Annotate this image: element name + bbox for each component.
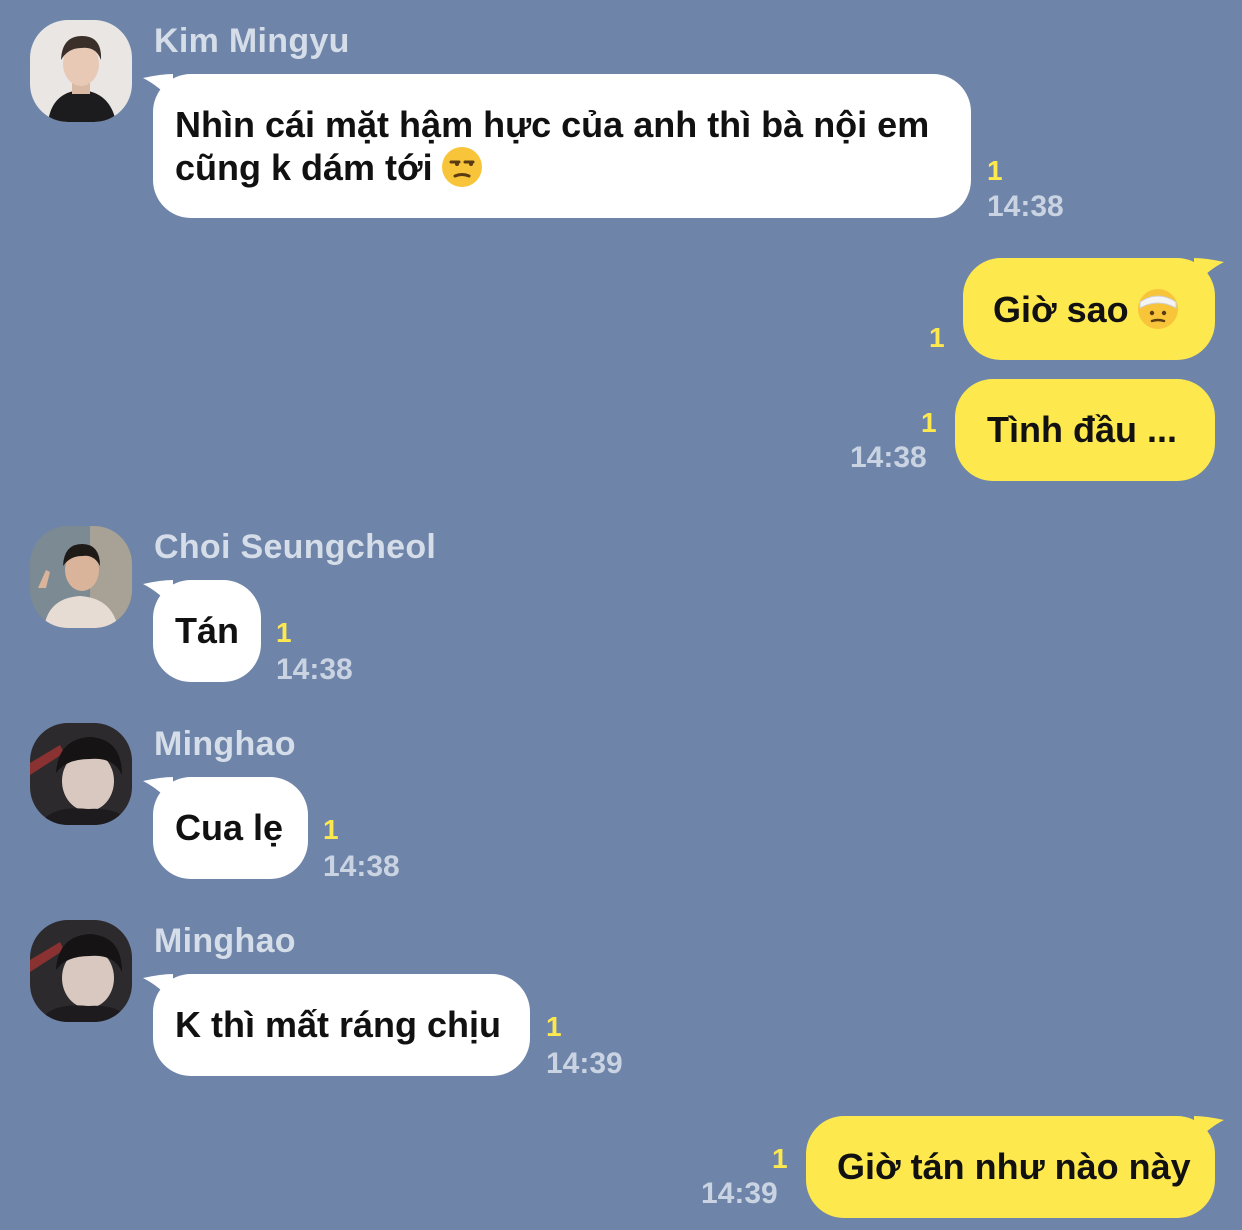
unread-count: 1: [323, 814, 339, 845]
message-text: Tình đầu ...: [987, 409, 1177, 450]
message-bubble[interactable]: Nhìn cái mặt hậm hực của anh thì bà nội …: [153, 74, 971, 218]
timestamp: 14:38: [276, 653, 353, 686]
avatar-minghao[interactable]: [30, 920, 132, 1022]
message-bubble[interactable]: Tán: [153, 580, 261, 682]
unamused-face-icon: [441, 147, 482, 187]
sender-name: Kim Mingyu: [154, 22, 350, 60]
unread-count: 1: [772, 1143, 788, 1174]
timestamp: 14:38: [987, 190, 1064, 223]
timestamp: 14:38: [323, 850, 400, 883]
unread-count: 1: [921, 407, 937, 438]
message-bubble[interactable]: Tình đầu ...: [955, 379, 1215, 481]
sender-name: Minghao: [154, 725, 296, 763]
unread-count: 1: [987, 155, 1003, 186]
message-text: Tán: [175, 610, 240, 651]
message-text: Cua lẹ: [175, 807, 284, 848]
unread-count: 1: [276, 617, 292, 648]
timestamp: 14:38: [850, 441, 927, 474]
message-text: Giờ sao: [993, 289, 1129, 330]
sender-name: Minghao: [154, 922, 296, 960]
message-bubble[interactable]: Cua lẹ: [153, 777, 308, 879]
message-text-line: Nhìn cái mặt hậm hực của anh thì bà nội …: [175, 104, 930, 145]
unread-count: 1: [546, 1011, 562, 1042]
timestamp: 14:39: [546, 1047, 623, 1080]
unread-count: 1: [929, 322, 945, 353]
message-text: K thì mất ráng chịu: [175, 1004, 502, 1045]
avatar-choi-seungcheol[interactable]: [30, 526, 132, 628]
sender-name: Choi Seungcheol: [154, 528, 437, 566]
message-text: Giờ tán như nào này: [837, 1146, 1191, 1187]
message-bubble[interactable]: K thì mất ráng chịu: [153, 974, 530, 1076]
head-bandage-face-icon: [1137, 289, 1178, 329]
message-bubble[interactable]: Giờ sao: [963, 258, 1215, 360]
message-text-line: cũng k dám tới: [175, 147, 433, 188]
message-bubble[interactable]: Giờ tán như nào này: [806, 1116, 1215, 1218]
avatar-minghao[interactable]: [30, 723, 132, 825]
avatar-kim-mingyu[interactable]: [30, 20, 132, 122]
timestamp: 14:39: [701, 1177, 778, 1210]
